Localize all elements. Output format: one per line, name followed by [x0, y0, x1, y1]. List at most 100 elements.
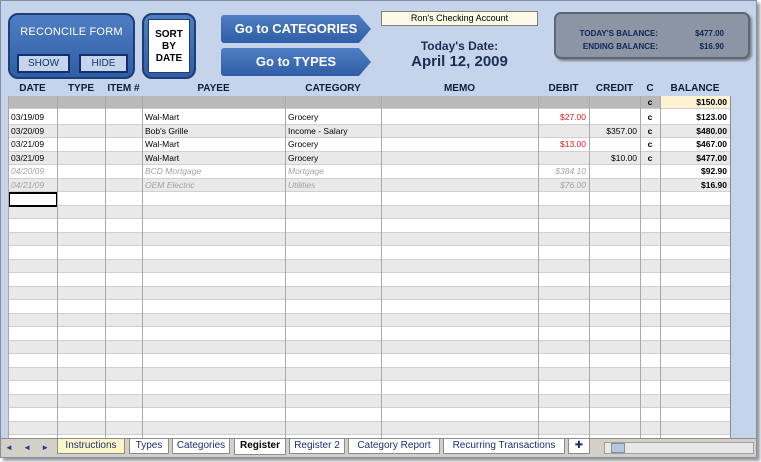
- date-cell[interactable]: [8, 395, 57, 408]
- debit-cell[interactable]: [538, 327, 589, 340]
- type-cell[interactable]: [57, 138, 105, 151]
- payee-cell[interactable]: OEM Electric: [142, 179, 285, 192]
- category-cell[interactable]: [285, 300, 381, 313]
- balance-cell[interactable]: $467.00: [660, 138, 730, 151]
- category-cell[interactable]: [285, 314, 381, 327]
- memo-cell[interactable]: [381, 233, 538, 246]
- payee-cell[interactable]: [142, 368, 285, 381]
- credit-cell[interactable]: [589, 246, 640, 259]
- balance-cell[interactable]: [660, 192, 730, 205]
- debit-cell[interactable]: $384.10: [538, 165, 589, 178]
- credit-cell[interactable]: [589, 300, 640, 313]
- balance-cell[interactable]: [660, 206, 730, 219]
- date-cell[interactable]: [8, 314, 57, 327]
- type-cell[interactable]: [57, 408, 105, 421]
- memo-cell[interactable]: [381, 381, 538, 394]
- debit-cell[interactable]: [538, 368, 589, 381]
- payee-cell[interactable]: Wal-Mart: [142, 111, 285, 124]
- active-cell-cursor[interactable]: [8, 192, 58, 207]
- payee-cell[interactable]: [142, 233, 285, 246]
- category-cell[interactable]: [285, 192, 381, 205]
- type-cell[interactable]: [57, 422, 105, 435]
- type-cell[interactable]: [57, 287, 105, 300]
- item-number-cell[interactable]: [105, 273, 142, 286]
- type-cell[interactable]: [57, 354, 105, 367]
- balance-cell[interactable]: [660, 300, 730, 313]
- payee-cell[interactable]: [142, 219, 285, 232]
- cleared-cell[interactable]: [640, 368, 660, 381]
- category-cell[interactable]: [285, 287, 381, 300]
- date-cell[interactable]: 03/19/09: [8, 111, 57, 124]
- cleared-cell[interactable]: c: [640, 138, 660, 151]
- debit-cell[interactable]: [538, 246, 589, 259]
- credit-cell[interactable]: $10.00: [589, 152, 640, 165]
- balance-cell[interactable]: [660, 395, 730, 408]
- type-cell[interactable]: [57, 152, 105, 165]
- type-cell[interactable]: [57, 273, 105, 286]
- type-cell[interactable]: [57, 179, 105, 192]
- credit-cell[interactable]: [589, 165, 640, 178]
- memo-cell[interactable]: [381, 408, 538, 421]
- memo-cell[interactable]: [381, 341, 538, 354]
- debit-cell[interactable]: [538, 341, 589, 354]
- balance-cell[interactable]: [660, 354, 730, 367]
- memo-cell[interactable]: [381, 152, 538, 165]
- date-cell[interactable]: [8, 422, 57, 435]
- cleared-cell[interactable]: [640, 273, 660, 286]
- credit-cell[interactable]: [589, 395, 640, 408]
- item-number-cell[interactable]: [105, 287, 142, 300]
- balance-cell[interactable]: [660, 422, 730, 435]
- balance-cell[interactable]: $16.90: [660, 179, 730, 192]
- category-cell[interactable]: [285, 395, 381, 408]
- category-cell[interactable]: Utilities: [285, 179, 381, 192]
- item-number-cell[interactable]: [105, 314, 142, 327]
- tab-categories[interactable]: Categories: [172, 439, 230, 454]
- memo-cell[interactable]: [381, 260, 538, 273]
- balance-cell[interactable]: [660, 273, 730, 286]
- debit-cell[interactable]: [538, 233, 589, 246]
- scrollbar-thumb[interactable]: [611, 443, 625, 453]
- debit-cell[interactable]: [538, 260, 589, 273]
- credit-cell[interactable]: [589, 192, 640, 205]
- payee-cell[interactable]: Wal-Mart: [142, 138, 285, 151]
- tab-instructions[interactable]: Instructions: [57, 439, 125, 454]
- memo-cell[interactable]: [381, 219, 538, 232]
- payee-cell[interactable]: [142, 273, 285, 286]
- category-cell[interactable]: [285, 260, 381, 273]
- payee-cell[interactable]: [142, 192, 285, 205]
- memo-cell[interactable]: [381, 111, 538, 124]
- item-number-cell[interactable]: [105, 260, 142, 273]
- memo-cell[interactable]: [381, 422, 538, 435]
- cleared-cell[interactable]: [640, 287, 660, 300]
- cleared-cell[interactable]: [640, 408, 660, 421]
- date-cell[interactable]: [8, 287, 57, 300]
- type-cell[interactable]: [57, 327, 105, 340]
- debit-cell[interactable]: $27.00: [538, 111, 589, 124]
- debit-cell[interactable]: $76.00: [538, 179, 589, 192]
- item-number-cell[interactable]: [105, 422, 142, 435]
- cleared-cell[interactable]: [640, 327, 660, 340]
- credit-cell[interactable]: [589, 354, 640, 367]
- type-cell[interactable]: [57, 260, 105, 273]
- cleared-cell[interactable]: [640, 381, 660, 394]
- debit-cell[interactable]: [538, 314, 589, 327]
- item-number-cell[interactable]: [105, 300, 142, 313]
- item-number-cell[interactable]: [105, 395, 142, 408]
- balance-cell[interactable]: [660, 219, 730, 232]
- credit-cell[interactable]: [589, 314, 640, 327]
- payee-cell[interactable]: [142, 354, 285, 367]
- horizontal-scrollbar[interactable]: [604, 442, 754, 454]
- tab-category-report[interactable]: Category Report: [348, 439, 440, 454]
- memo-cell[interactable]: [381, 327, 538, 340]
- payee-cell[interactable]: [142, 381, 285, 394]
- payee-cell[interactable]: Bob's Grille: [142, 125, 285, 138]
- payee-cell[interactable]: [142, 422, 285, 435]
- credit-cell[interactable]: [589, 287, 640, 300]
- cleared-cell[interactable]: [640, 219, 660, 232]
- payee-cell[interactable]: [142, 395, 285, 408]
- payee-cell[interactable]: [142, 341, 285, 354]
- balance-cell[interactable]: [660, 314, 730, 327]
- cleared-cell[interactable]: [640, 300, 660, 313]
- memo-cell[interactable]: [381, 246, 538, 259]
- account-name-field[interactable]: Ron's Checking Account: [381, 11, 538, 26]
